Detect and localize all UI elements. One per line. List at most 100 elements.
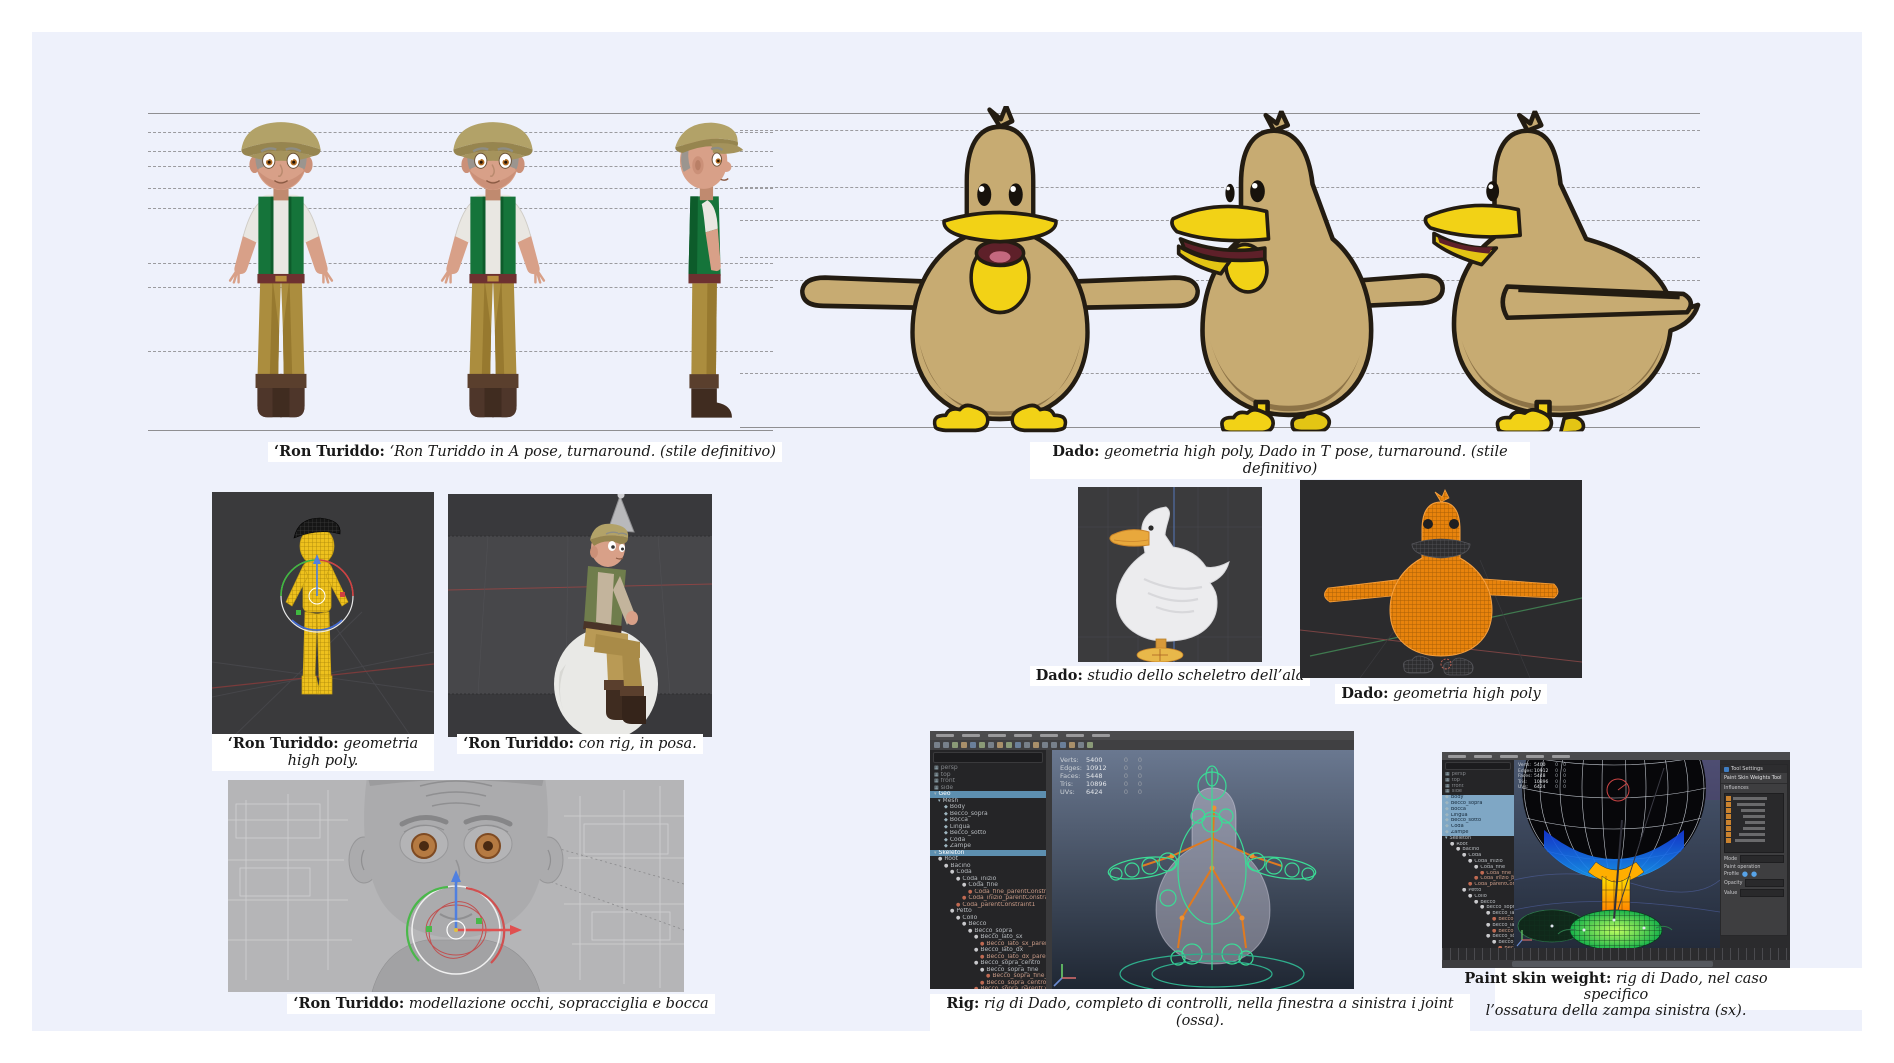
- mode-row: Mode: [1721, 854, 1787, 864]
- tool-settings-titlebar: Tool Settings: [1721, 765, 1787, 773]
- ron-side-view: [658, 117, 753, 429]
- paint-skin-weights-screenshot: ▦persp▦top▦front▦side ◆Body◆Becco_sopra◆…: [1442, 752, 1790, 968]
- tool-name: Paint Skin Weights Tool: [1721, 773, 1787, 784]
- joint-icon: ●: [938, 856, 942, 863]
- dado-wing-study-illustration: [1078, 487, 1262, 662]
- caption-label: Dado:: [1341, 685, 1388, 702]
- joint-icon: ●: [1486, 911, 1490, 917]
- outliner-search-input: [933, 752, 1043, 763]
- caption-text: geometria high poly: [1393, 686, 1541, 702]
- ron-wireframe-illustration: [212, 492, 434, 738]
- brush-profile-icon: ●: [1742, 872, 1748, 877]
- caption-text: geometria high poly, Dado in T pose, tur…: [1104, 444, 1508, 477]
- joint-icon: ●: [1468, 859, 1472, 865]
- influences-list: [1724, 793, 1784, 853]
- maya-menu-bar: [930, 731, 1354, 740]
- caption-dado-highpoly: Dado: geometria high poly: [1300, 684, 1582, 704]
- joint-icon: ●: [1474, 900, 1478, 906]
- maya-menu-bar: [1442, 752, 1790, 760]
- ron-face-screenshot: [228, 780, 684, 992]
- influence-row: [1726, 838, 1782, 843]
- joint-icon: ●: [968, 928, 972, 935]
- caption-label: Paint skin weight:: [1464, 970, 1611, 987]
- expand-icon: ▾: [934, 791, 937, 798]
- ron-three-quarter-view: [215, 117, 347, 429]
- brush-profile-icon: ●: [1751, 872, 1757, 877]
- maya-rig-screenshot: ▦persp▦top▦front▦side ▾Geo ▾Mesh ◆Body◆B…: [930, 731, 1354, 989]
- joint-icon: ●: [974, 947, 978, 954]
- joint-icon: ●: [962, 882, 966, 889]
- joint-icon: ●: [950, 869, 954, 876]
- ron-front-view: [427, 117, 559, 429]
- dado-highpoly-illustration: [1300, 480, 1582, 678]
- caption-ron-rig: ‘Ron Turiddo: con rig, in posa.: [448, 734, 712, 754]
- maya-viewport: Verts:540000Edges:1091200Faces:544800Tri…: [1052, 750, 1354, 989]
- opacity-row: Opacity: [1721, 878, 1787, 888]
- poly-count-hud: Verts:540000Edges:1091200Faces:544800Tri…: [1518, 763, 1566, 791]
- mode-select: [1740, 855, 1784, 863]
- caption-label: ‘Ron Turiddo:: [293, 995, 404, 1012]
- expand-icon: ▾: [938, 798, 941, 805]
- influence-row: [1726, 814, 1782, 819]
- caption-label: Dado:: [1052, 443, 1099, 460]
- influence-row: [1726, 808, 1782, 813]
- dado-wing-study-screenshot: [1078, 487, 1262, 662]
- caption-ron-face: ‘Ron Turiddo: modellazione occhi, soprac…: [273, 994, 729, 1014]
- joint-icon: ●: [962, 921, 966, 928]
- influence-row: [1726, 820, 1782, 825]
- influence-row: [1726, 826, 1782, 831]
- caption-label: ‘Ron Turiddo:: [274, 443, 385, 460]
- caption-label: Dado:: [1036, 667, 1083, 684]
- outliner-joint-row: ●Becco_sopra_parentConstrai: [930, 986, 1046, 989]
- poly-count-hud: Verts:540000Edges:1091200Faces:544800Tri…: [1060, 756, 1142, 796]
- maya-toolbar: [930, 740, 1354, 750]
- paint-outliner: ▦persp▦top▦front▦side ◆Body◆Becco_sopra◆…: [1442, 760, 1514, 948]
- ron-rig-pose-screenshot: [448, 494, 712, 737]
- joint-icon: ●: [1462, 853, 1466, 859]
- caption-text: rig di Dado, completo di controlli, nell…: [984, 996, 1454, 1029]
- dado-side-view: [1390, 106, 1720, 436]
- ron-rig-pose-illustration: [448, 494, 712, 737]
- tool-settings-panel: Tool Settings Paint Skin Weights Tool In…: [1720, 764, 1788, 936]
- caption-text: ‘Ron Turiddo in A pose, turnaround. (sti…: [389, 444, 775, 460]
- joint-icon: ●: [956, 915, 960, 922]
- joint-icon: ●: [974, 960, 978, 967]
- value-row: Value: [1721, 888, 1787, 898]
- joint-icon: ●: [1486, 923, 1490, 929]
- caption-dado-rig: Rig: rig di Dado, completo di controlli,…: [930, 994, 1470, 1031]
- caption-text-line1: rig di Dado, nel caso specifico: [1584, 971, 1768, 1003]
- joint-icon: ●: [974, 986, 978, 989]
- caption-text: con rig, in posa.: [579, 736, 697, 752]
- influences-label: Influences: [1721, 784, 1787, 792]
- joint-icon: ●: [980, 967, 984, 974]
- joint-icon: ●: [950, 908, 954, 915]
- joint-icon: ●: [1486, 934, 1490, 940]
- joint-icon: ●: [944, 863, 948, 870]
- caption-paint-weights: Paint skin weight: rig di Dado, nel caso…: [1442, 970, 1790, 1020]
- value-input: [1740, 889, 1784, 897]
- caption-ron-highpoly: ‘Ron Turiddo: geometria high poly.: [212, 734, 434, 771]
- guide-line: [148, 113, 773, 114]
- joint-icon: ●: [1480, 905, 1484, 911]
- expand-icon: ▾: [1445, 836, 1448, 842]
- caption-dado-turnaround: Dado: geometria high poly, Dado in T pos…: [1030, 442, 1530, 479]
- guide-line: [148, 430, 773, 431]
- caption-label: ‘Ron Turiddo:: [228, 735, 339, 752]
- maya-outliner: ▦persp▦top▦front▦side ▾Geo ▾Mesh ◆Body◆B…: [930, 750, 1046, 989]
- joint-icon: ●: [1474, 865, 1478, 871]
- profile-row: Profile●●: [1721, 871, 1787, 878]
- joint-icon: ●: [1492, 940, 1496, 946]
- timeline: [1442, 948, 1790, 960]
- caption-dado-wing: Dado: studio dello scheletro dell’ala: [1028, 666, 1312, 686]
- joint-icon: ●: [1450, 842, 1454, 848]
- influence-swatch: [1726, 796, 1731, 801]
- joint-icon: ●: [1468, 894, 1472, 900]
- influence-row: [1726, 832, 1782, 837]
- joint-icon: ●: [1462, 888, 1466, 894]
- paint-viewport: Verts:540000Edges:1091200Faces:544800Tri…: [1514, 760, 1720, 948]
- range-slider: [1442, 960, 1790, 968]
- outliner-search-input: [1445, 762, 1511, 770]
- expand-icon: ▾: [934, 850, 937, 857]
- dado-highpoly-screenshot: [1300, 480, 1582, 678]
- ron-wireframe-screenshot: [212, 492, 434, 738]
